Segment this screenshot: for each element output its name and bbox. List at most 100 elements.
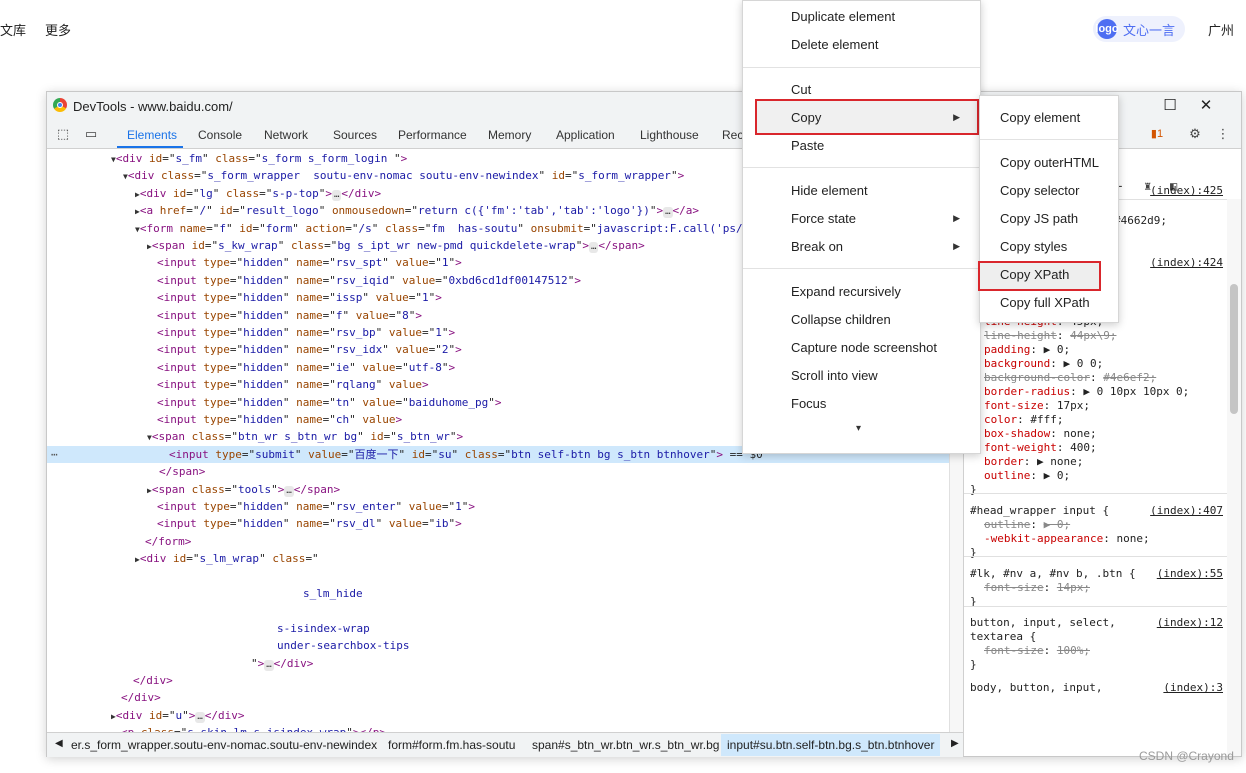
nav-wenku-link[interactable]: 文库 xyxy=(0,20,26,39)
style-declaration[interactable]: outline: ▶ 0; xyxy=(984,469,1070,483)
collapsed-children-badge[interactable]: … xyxy=(195,711,205,723)
collapsed-children-badge[interactable]: … xyxy=(331,189,342,201)
menu-item-cut[interactable]: Cut xyxy=(791,80,811,100)
style-declaration[interactable]: line-height: 44px\9; xyxy=(984,329,1116,343)
city-link[interactable]: 广州 xyxy=(1208,20,1234,39)
style-declaration[interactable]: font-size: 17px; xyxy=(984,399,1090,413)
breadcrumb-item-active[interactable]: input#su.btn.self-btn.bg.s_btn.btnhover xyxy=(721,734,941,756)
collapsed-children-badge[interactable]: … xyxy=(264,659,274,671)
styles-scroll-thumb[interactable] xyxy=(1230,284,1238,414)
tab-elements[interactable]: Elements xyxy=(127,128,177,142)
style-declaration[interactable]: font-size: 14px; xyxy=(984,581,1090,595)
breadcrumb-item[interactable]: form#form.fm.has-soutu xyxy=(388,738,515,752)
style-declaration[interactable]: #lk, #nv a, #nv b, .btn { xyxy=(970,567,1136,581)
style-declaration[interactable]: background-color: #4e6ef2; xyxy=(984,371,1156,385)
style-declaration[interactable]: body, button, input, xyxy=(970,681,1102,695)
close-icon[interactable]: ✕ xyxy=(1195,96,1217,116)
style-declaration[interactable]: border-radius: ▶ 0 10px 10px 0; xyxy=(984,385,1189,399)
dom-token: =" xyxy=(252,221,266,235)
tab-memory[interactable]: Memory xyxy=(488,128,531,142)
wenxin-yiyan-button[interactable]: logo 文心一言 xyxy=(1093,16,1185,42)
device-toolbar-icon[interactable]: ▭ xyxy=(83,126,99,142)
style-declaration[interactable]: -webkit-appearance: none; xyxy=(984,532,1150,546)
collapsed-children-badge[interactable]: … xyxy=(588,242,599,253)
menu-item-copy-selector[interactable]: Copy selector xyxy=(1000,181,1079,201)
style-declaration[interactable]: } xyxy=(970,483,977,497)
menu-item-force-state[interactable]: Force state xyxy=(791,209,856,229)
style-colon: : xyxy=(1103,532,1117,545)
style-source-link[interactable]: (index):12 xyxy=(1157,616,1223,629)
maximize-icon[interactable]: ☐ xyxy=(1159,96,1181,116)
style-declaration[interactable]: textarea { xyxy=(970,630,1036,644)
style-declaration[interactable]: } xyxy=(970,546,977,560)
dom-token: utf-8 xyxy=(408,360,442,374)
tab-network[interactable]: Network xyxy=(264,128,308,142)
style-declaration[interactable]: } xyxy=(970,658,977,672)
tab-lighthouse[interactable]: Lighthouse xyxy=(640,128,699,142)
menu-item-break-on[interactable]: Break on xyxy=(791,237,843,257)
more-options-icon[interactable]: ⋮ xyxy=(1215,126,1231,142)
dom-token: =" xyxy=(186,552,200,566)
menu-item-focus[interactable]: Focus xyxy=(791,394,826,414)
menu-item-capture-node-screenshot[interactable]: Capture node screenshot xyxy=(791,338,937,358)
style-declaration[interactable]: color: #fff; xyxy=(984,413,1064,427)
issues-badge[interactable]: ▮1 xyxy=(1145,126,1169,142)
style-declaration[interactable]: outline: ▶ 0; xyxy=(984,518,1070,532)
menu-item-copy-element[interactable]: Copy element xyxy=(1000,108,1080,128)
menu-item-paste[interactable]: Paste xyxy=(791,136,824,156)
dom-token: =" xyxy=(404,204,419,218)
menu-item-copy-outerhtml[interactable]: Copy outerHTML xyxy=(1000,153,1099,173)
style-declaration[interactable]: box-shadow: none; xyxy=(984,427,1097,441)
dom-token: =" xyxy=(305,552,319,566)
node-actions-icon[interactable]: ⋯ xyxy=(51,446,58,463)
menu-item-duplicate-element[interactable]: Duplicate element xyxy=(791,7,895,27)
style-declaration[interactable]: font-weight: 400; xyxy=(984,441,1097,455)
tab-console[interactable]: Console xyxy=(198,128,242,142)
style-declaration[interactable]: border: ▶ none; xyxy=(984,455,1083,469)
style-source-link[interactable]: (index):425 xyxy=(1150,184,1223,197)
gear-icon[interactable]: ⚙ xyxy=(1187,126,1203,142)
menu-item-scroll-into-view[interactable]: Scroll into view xyxy=(791,366,878,386)
dom-token: class xyxy=(160,169,195,183)
menu-item-copy[interactable]: Copy xyxy=(791,108,821,128)
menu-more-arrow-icon[interactable]: ▾ xyxy=(856,423,861,434)
collapsed-children-badge[interactable]: … xyxy=(284,485,294,497)
dom-token: =" xyxy=(162,152,176,165)
menu-item-copy-xpath[interactable]: Copy XPath xyxy=(1000,265,1069,285)
menu-item-hide-element[interactable]: Hide element xyxy=(791,181,868,201)
style-source-link[interactable]: (index):424 xyxy=(1150,256,1223,269)
style-declaration[interactable]: padding: ▶ 0; xyxy=(984,343,1070,357)
style-source-link[interactable]: (index):3 xyxy=(1163,681,1223,694)
style-declaration[interactable]: button, input, select, xyxy=(970,616,1116,630)
tab-application[interactable]: Application xyxy=(556,128,615,142)
style-source-link[interactable]: (index):407 xyxy=(1150,504,1223,517)
breadcrumb-item[interactable]: er.s_form_wrapper.soutu-env-nomac.soutu-… xyxy=(71,738,377,752)
breadcrumb-scroll-right-icon[interactable]: ▶ xyxy=(951,738,959,749)
menu-item-collapse-children[interactable]: Collapse children xyxy=(791,310,891,330)
dom-token: =" xyxy=(204,239,219,252)
breadcrumb-item[interactable]: span#s_btn_wr.btn_wr.s_btn_wr.bg xyxy=(532,738,719,752)
dom-token: > xyxy=(415,308,422,322)
style-property: line-height xyxy=(984,329,1057,342)
dom-token: id xyxy=(148,708,163,722)
style-declaration[interactable]: background: ▶ 0 0; xyxy=(984,357,1103,371)
inspect-element-icon[interactable]: ⬚ xyxy=(55,126,71,142)
collapsed-children-badge[interactable]: … xyxy=(663,207,673,219)
menu-item-copy-full-xpath[interactable]: Copy full XPath xyxy=(1000,293,1090,313)
breadcrumb-scroll-left-icon[interactable]: ◀ xyxy=(55,738,63,749)
menu-item-delete-element[interactable]: Delete element xyxy=(791,35,878,55)
nav-more-link[interactable]: 更多 xyxy=(45,20,71,39)
tab-sources[interactable]: Sources xyxy=(333,128,377,142)
tab-recorder[interactable]: Rec xyxy=(722,128,743,142)
menu-item-expand-recursively[interactable]: Expand recursively xyxy=(791,282,901,302)
style-declaration[interactable]: #4662d9; xyxy=(1114,214,1167,228)
dom-token: " xyxy=(349,395,363,409)
menu-item-copy-styles[interactable]: Copy styles xyxy=(1000,237,1067,257)
style-source-link[interactable]: (index):55 xyxy=(1157,567,1223,580)
menu-item-copy-js-path[interactable]: Copy JS path xyxy=(1000,209,1078,229)
style-declaration[interactable]: #head_wrapper input { xyxy=(970,504,1109,518)
style-declaration[interactable]: font-size: 100%; xyxy=(984,644,1090,658)
styles-scrollbar[interactable] xyxy=(1227,199,1241,756)
dom-token: =" xyxy=(229,326,244,339)
tab-performance[interactable]: Performance xyxy=(398,128,467,142)
